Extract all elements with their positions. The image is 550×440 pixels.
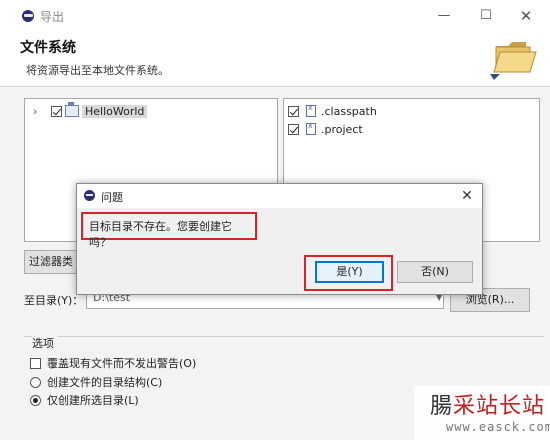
yes-button[interactable]: 是(Y) [315, 261, 384, 283]
create-selected-radio[interactable] [30, 394, 41, 406]
chevron-right-icon[interactable]: › [33, 105, 43, 118]
file-item-label: .classpath [321, 104, 377, 118]
page-subtitle: 将资源导出至本地文件系统。 [26, 64, 169, 77]
create-structure-radio[interactable] [30, 376, 41, 388]
destination-label: 至目录(Y)： [24, 294, 84, 307]
overwrite-label: 覆盖现有文件而不发出警告(O) [47, 357, 197, 370]
create-selected-option[interactable]: 仅创建所选目录(L) [30, 392, 139, 408]
question-dialog: 问题 ✕ 目标目录不存在。您要创建它吗？ 是(Y) 否(N) [76, 183, 483, 295]
overwrite-option[interactable]: 覆盖现有文件而不发出警告(O) [30, 355, 196, 371]
tree-item-label[interactable]: HelloWorld [82, 104, 148, 118]
maximize-button[interactable]: ☐ [474, 6, 498, 26]
file-icon [306, 121, 316, 135]
no-button[interactable]: 否(N) [397, 261, 473, 283]
dialog-titlebar: 问题 ✕ [77, 184, 482, 208]
tree-item-checkbox[interactable] [51, 105, 62, 117]
eclipse-app-icon [22, 10, 34, 22]
window-titlebar: 导出 — ☐ ✕ [0, 0, 550, 34]
dialog-message: 目标目录不存在。您要创建它吗？ [81, 212, 257, 249]
eclipse-app-icon [84, 190, 95, 201]
tree-item-helloworld[interactable]: › HelloWorld [33, 102, 148, 119]
file-item-checkbox[interactable] [288, 105, 299, 117]
watermark-logo: 腸采站长站 [430, 394, 546, 419]
file-item-checkbox[interactable] [288, 123, 299, 135]
dialog-title: 问题 [101, 191, 123, 204]
create-structure-label: 创建文件的目录结构(C) [47, 376, 163, 389]
page-title: 文件系统 [20, 40, 76, 56]
file-item-project[interactable]: .project [288, 121, 363, 137]
file-icon [306, 103, 316, 117]
close-button[interactable]: ✕ [514, 6, 538, 26]
create-structure-option[interactable]: 创建文件的目录结构(C) [30, 374, 162, 390]
dialog-close-button[interactable]: ✕ [457, 186, 477, 206]
file-item-label: .project [321, 122, 363, 136]
create-selected-label: 仅创建所选目录(L) [47, 394, 139, 407]
overwrite-checkbox[interactable] [30, 357, 41, 369]
folder-icon [490, 42, 537, 80]
filter-types-button[interactable]: 过滤器类型 [24, 250, 84, 274]
file-item-classpath[interactable]: .classpath [288, 103, 377, 119]
minimize-button[interactable]: — [432, 6, 456, 26]
project-folder-icon [65, 102, 79, 117]
options-title: 选项 [32, 335, 58, 351]
watermark-url: www.easck.com [446, 420, 550, 434]
window-title: 导出 [40, 10, 65, 24]
